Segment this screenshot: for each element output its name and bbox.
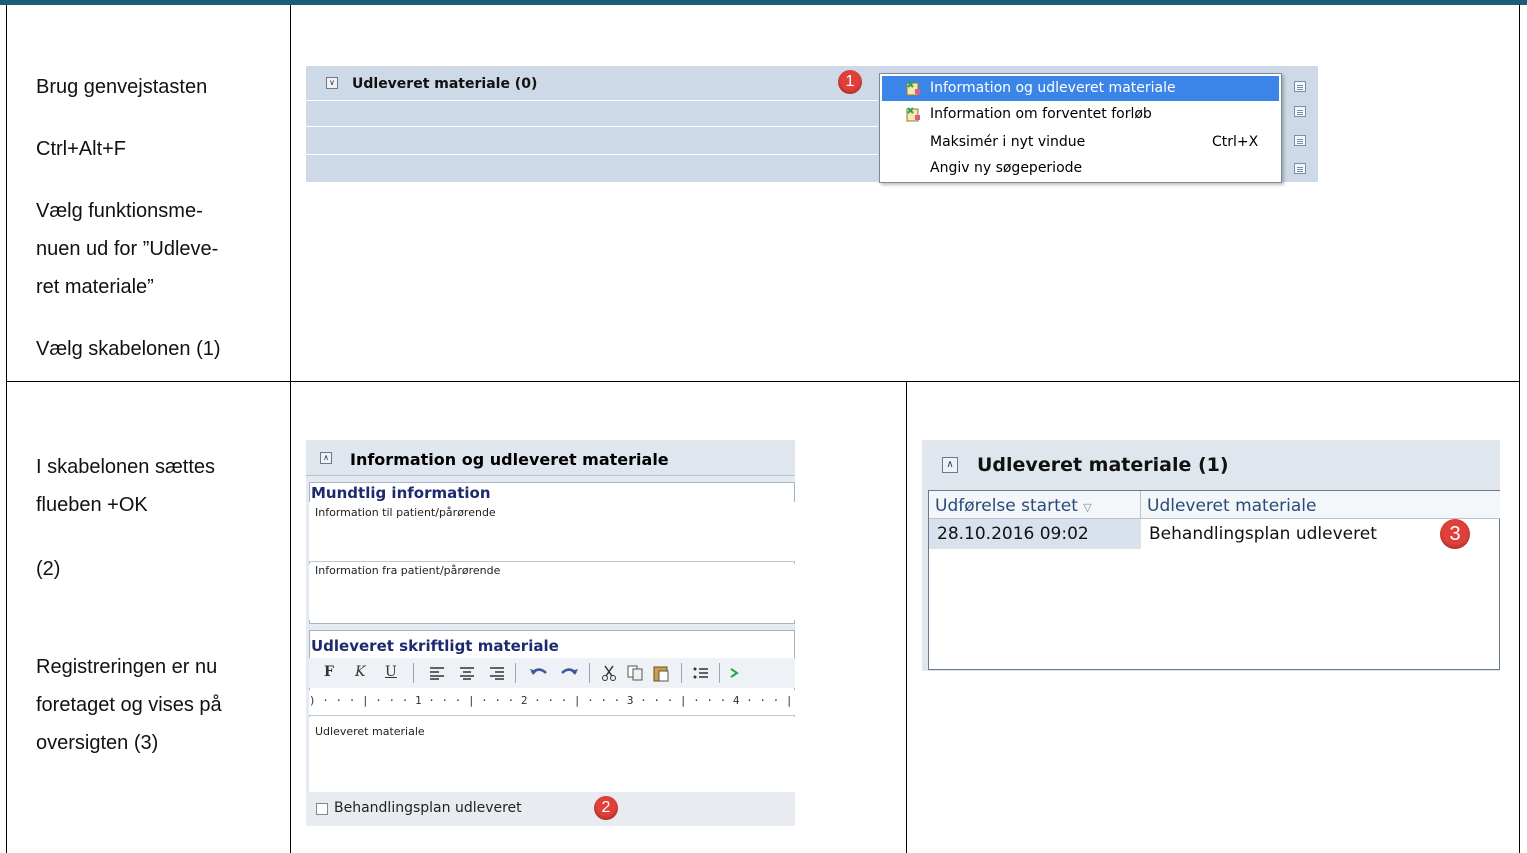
column-header-label: Udførelse startet	[935, 496, 1078, 516]
instruction-line: foretaget og vises på	[36, 694, 222, 716]
table-divider-inner	[906, 381, 907, 853]
align-left-icon[interactable]	[429, 666, 445, 680]
table-divider-row	[6, 381, 1520, 382]
menu-item-label: Angiv ny søgeperiode	[930, 160, 1083, 176]
menu-item-maksimer-i-nyt-vindue[interactable]: Maksimér i nyt vindue Ctrl+X	[882, 130, 1279, 155]
ruler-scale: ) · · · | · · · 1 · · · | · · · 2 · · · …	[309, 694, 795, 707]
table-cell-material[interactable]: Behandlingsplan udleveret	[1141, 519, 1441, 549]
redo-icon[interactable]	[559, 665, 579, 681]
list-menu-icon[interactable]	[1294, 81, 1306, 92]
instruction-line: (2)	[36, 558, 61, 580]
list-menu-icon[interactable]	[1294, 135, 1306, 146]
template-window: ∧ Information og udleveret materiale Mun…	[306, 440, 795, 826]
column-header-udleveret-materiale[interactable]: Udleveret materiale	[1141, 491, 1500, 519]
instructions-bottom: I skabelonen sættes flueben +OK (2) Regi…	[36, 448, 222, 762]
align-center-icon[interactable]	[459, 666, 475, 680]
italic-button[interactable]: K	[355, 664, 365, 680]
instruction-line: nuen ud for ”Udleve-	[36, 238, 219, 260]
toolbar-separator	[681, 663, 682, 683]
overview-title: Udleveret materiale (1)	[977, 454, 1229, 476]
template-title: Information og udleveret materiale	[350, 450, 669, 469]
toolbar-separator	[719, 663, 720, 683]
sort-desc-icon[interactable]: ▽	[1083, 501, 1091, 514]
checkbox-row: Behandlingsplan udleveret	[306, 792, 795, 826]
panel-row	[306, 154, 878, 182]
table-cell-date[interactable]: 28.10.2016 09:02	[929, 519, 1141, 549]
step-badge-1: 1	[838, 70, 862, 94]
expand-chevron-icon[interactable]: ∨	[326, 77, 338, 89]
menu-item-label: Information og udleveret materiale	[930, 80, 1176, 96]
instruction-line: oversigten (3)	[36, 732, 159, 754]
table-divider-col	[290, 5, 291, 853]
instruction-line: I skabelonen sættes	[36, 456, 215, 478]
section-heading-written-material: Udleveret skriftligt materiale	[311, 637, 559, 655]
section-heading-oral-info: Mundtlig information	[311, 484, 491, 502]
instruction-line: Brug genvejstasten	[36, 76, 208, 98]
menu-item-shortcut: Ctrl+X	[1212, 134, 1259, 150]
bullet-list-icon[interactable]	[693, 666, 709, 680]
list-menu-icon[interactable]	[1294, 106, 1306, 117]
step-badge-3: 3	[1440, 519, 1470, 549]
indent-icon[interactable]	[729, 666, 741, 680]
instruction-line: Vælg funktionsme-	[36, 200, 203, 222]
table-border-right	[1519, 5, 1520, 853]
checkbox-label[interactable]: Behandlingsplan udleveret	[334, 800, 522, 816]
template-icon	[906, 107, 920, 122]
editor-toolbar: F K U	[309, 658, 795, 688]
field-label: Information fra patient/pårørende	[315, 564, 501, 577]
top-bar	[0, 0, 1527, 5]
step-badge-2: 2	[594, 796, 618, 820]
align-right-icon[interactable]	[489, 666, 505, 680]
menu-item-label: Information om forventet forløb	[930, 106, 1152, 122]
cut-icon[interactable]	[601, 664, 617, 682]
toolbar-separator	[589, 663, 590, 683]
bold-button[interactable]: F	[324, 664, 334, 680]
instructions-top: Brug genvejstasten Ctrl+Alt+F Vælg funkt…	[36, 68, 221, 368]
instruction-line: Vælg skabelonen (1)	[36, 338, 221, 360]
menu-item-information-og-udleveret-materiale[interactable]: Information og udleveret materiale	[882, 76, 1279, 101]
menu-item-label: Maksimér i nyt vindue	[930, 134, 1086, 150]
menu-item-information-om-forventet-forlob[interactable]: Information om forventet forløb	[882, 102, 1279, 127]
paste-icon[interactable]	[653, 664, 669, 682]
toolbar-separator	[413, 663, 414, 683]
instruction-line: ret materiale”	[36, 276, 154, 298]
list-menu-icon[interactable]	[1294, 163, 1306, 174]
overview-panel: ∧ Udleveret materiale (1) Udførelse star…	[922, 440, 1500, 671]
overview-table: Udførelse startet ▽ Udleveret materiale …	[928, 490, 1500, 670]
instruction-line: Registreringen er nu	[36, 656, 218, 678]
copy-icon[interactable]	[627, 665, 643, 681]
editor-ruler: ) · · · | · · · 1 · · · | · · · 2 · · · …	[309, 690, 795, 716]
column-header-udforelse-startet[interactable]: Udførelse startet ▽	[929, 491, 1141, 519]
editor-content[interactable]: Udleveret materiale	[309, 717, 795, 792]
table-border-left	[6, 5, 7, 853]
collapse-chevron-icon[interactable]: ∧	[320, 452, 332, 464]
underline-button[interactable]: U	[385, 664, 397, 680]
toolbar-separator	[515, 663, 516, 683]
instruction-line: Ctrl+Alt+F	[36, 138, 127, 160]
instruction-line: flueben +OK	[36, 494, 148, 516]
function-menu: Information og udleveret materiale Infor…	[879, 73, 1282, 183]
field-label: Information til patient/pårørende	[315, 506, 496, 519]
undo-icon[interactable]	[529, 665, 549, 681]
panel-title: Udleveret materiale (0)	[352, 76, 538, 92]
panel-header-row[interactable]: ∨ Udleveret materiale (0)	[306, 66, 878, 100]
template-titlebar: ∧ Information og udleveret materiale	[306, 440, 795, 476]
menu-item-angiv-ny-sogeperiode[interactable]: Angiv ny søgeperiode	[882, 156, 1279, 181]
editor-text: Udleveret materiale	[315, 725, 425, 738]
panel-row	[306, 126, 878, 154]
collapse-chevron-icon[interactable]: ∧	[942, 457, 958, 473]
panel-row	[306, 100, 878, 128]
behandlingsplan-checkbox[interactable]	[316, 803, 328, 815]
template-icon	[906, 81, 920, 96]
column-header-label: Udleveret materiale	[1147, 496, 1317, 516]
